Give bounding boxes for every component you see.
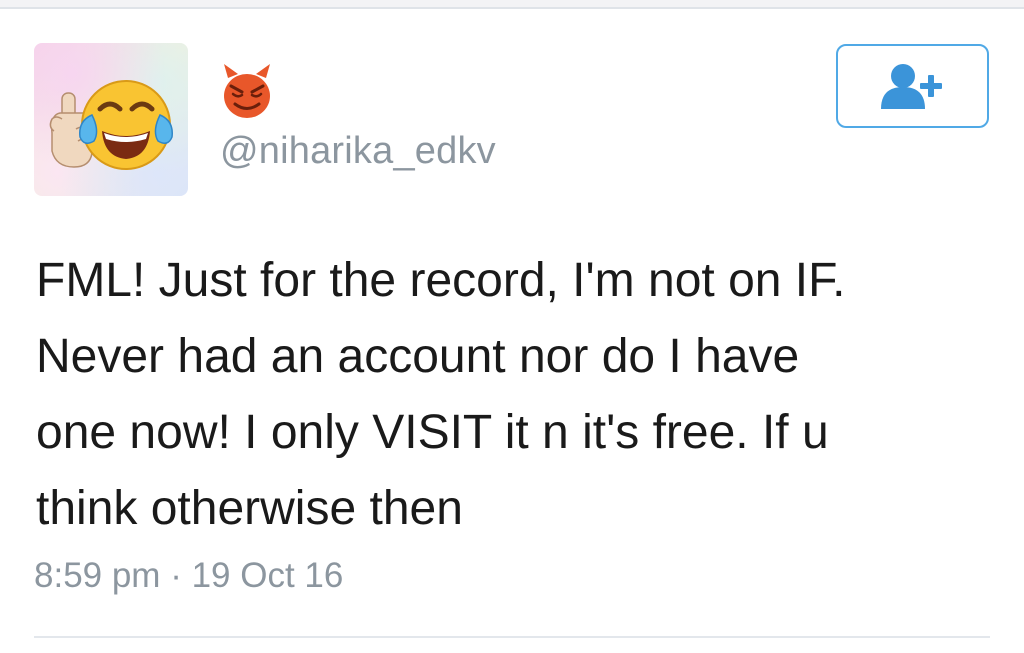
tweet-text: FML! Just for the record, I'm not on IF.… xyxy=(36,243,996,547)
tweet-text-line: Never had an account nor do I have xyxy=(36,330,800,383)
user-handle[interactable]: @niharika_edkv xyxy=(220,130,496,173)
smiling-devil-icon xyxy=(218,62,276,122)
tweet-text-line: FML! Just for the record, I'm not on IF. xyxy=(36,254,846,307)
profile-avatar[interactable] xyxy=(34,43,188,196)
tweet-text-line: one now! I only VISIT it n it's free. If… xyxy=(36,406,829,459)
tweet-text-line: think otherwise then xyxy=(36,482,463,535)
laughing-crying-emoji-icon xyxy=(49,80,173,170)
tweet-card: @niharika_edkv FML! Just for the record,… xyxy=(0,0,1024,653)
follow-user-icon xyxy=(881,64,942,109)
divider xyxy=(34,636,990,638)
tweet-timestamp[interactable]: 8:59 pm · 19 Oct 16 xyxy=(34,556,343,596)
follow-button[interactable] xyxy=(836,44,989,128)
